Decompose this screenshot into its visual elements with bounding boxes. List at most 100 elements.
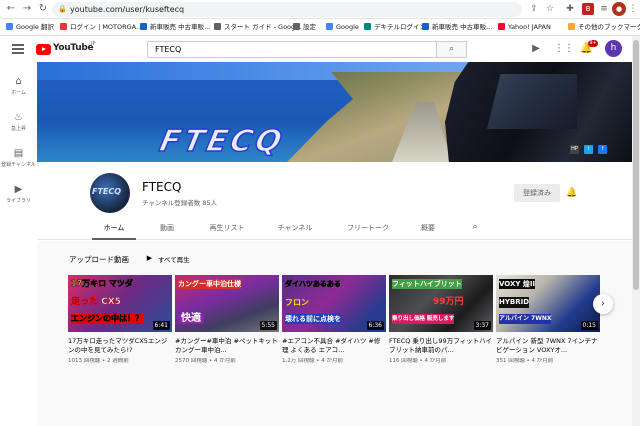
guide-item-library[interactable]: ▶ ライブラリ	[0, 180, 37, 216]
browser-menu-icon[interactable]: ⋮	[627, 3, 639, 15]
bookmark-item[interactable]: Google 翻訳	[6, 22, 54, 33]
scrollbar-thumb[interactable]	[633, 40, 639, 290]
video-card[interactable]: 17万キロ マツダ 走った CX5 エンジンの中は！？ 6:41 17万キロ走っ…	[68, 275, 172, 370]
user-avatar[interactable]: h	[605, 40, 622, 57]
bookmark-item[interactable]: デキテルログイン	[364, 22, 426, 33]
bookmark-item[interactable]: Yahoo! JAPAN	[498, 22, 551, 33]
youtube-play-icon	[36, 44, 51, 55]
notification-count-badge: 9+	[588, 40, 598, 47]
yahoo-favicon-icon	[498, 23, 505, 30]
video-title[interactable]: アルパイン 新型 7WNX 7インチナビゲーション VOXYオ...	[496, 337, 600, 354]
bookmark-item[interactable]: 設定	[293, 22, 316, 33]
video-title[interactable]: #エアコン不具合 #ダイハツ #修理 よくある エアコ...	[282, 337, 386, 354]
thumbnail-text: 快適	[178, 314, 204, 324]
video-card[interactable]: カングー車中泊仕様 快適 5:55 #カングー#車中泊 #ペットキット カングー…	[175, 275, 279, 370]
video-meta: 2570 回視聴 • 4 か月前	[175, 358, 236, 364]
video-meta: 1013 回視聴 • 2 週間前	[68, 358, 129, 364]
bookmark-item[interactable]: ログイン | MOTORGA...	[60, 22, 142, 33]
video-duration: 6:36	[366, 321, 384, 330]
hamburger-menu-icon[interactable]	[12, 44, 24, 54]
reload-icon[interactable]: ↻	[36, 2, 50, 16]
extension-puzzle-icon[interactable]: ✚	[564, 3, 576, 15]
thumbnail-text: 17万キロ マツダ	[71, 279, 133, 289]
tab-playlists[interactable]: 再生リスト	[205, 218, 249, 240]
apps-grid-icon[interactable]: ⋮⋮	[554, 43, 574, 55]
page-scrollbar[interactable]	[632, 36, 640, 426]
banner-link-twitter[interactable]: t	[584, 145, 593, 154]
forward-arrow-icon[interactable]: →	[20, 2, 34, 16]
mini-guide: ⌂ ホーム ♨ 急上昇 ▤ 登録チャンネル ▶ ライブラリ	[0, 62, 37, 426]
video-thumbnail[interactable]: フィットハイブリット 99万円 乗り出し価格 販売します 3:37	[389, 275, 493, 332]
thumbnail-text: アルパイン 7WNX	[499, 314, 552, 324]
play-all-icon[interactable]: ▶	[145, 254, 154, 263]
video-thumbnail[interactable]: 17万キロ マツダ 走った CX5 エンジンの中は！？ 6:41	[68, 275, 172, 332]
search-icon: ⌕	[448, 44, 455, 54]
notification-bell-icon[interactable]: 🔔	[566, 187, 578, 199]
thumbnail-text: 壊れる前に点検を	[285, 314, 341, 324]
video-card[interactable]: ダイハツあるある フロン 壊れる前に点検を 6:36 #エアコン不具合 #ダイハ…	[282, 275, 386, 370]
tab-channels[interactable]: チャンネル	[273, 218, 317, 240]
tab-free-talk[interactable]: フリートーク	[343, 218, 393, 240]
thumbnail-text: HYBRID	[499, 297, 530, 308]
url-text: youtube.com/user/kuseftecq	[70, 5, 185, 14]
library-icon: ▶	[14, 184, 23, 195]
subscriber-count: チャンネル登録者数 85人	[142, 199, 218, 207]
thumbnail-text: フィットハイブリット	[392, 279, 462, 289]
video-duration: 5:55	[259, 321, 277, 330]
carousel-next-button[interactable]: ›	[593, 294, 613, 314]
search-input[interactable]: FTECQ	[147, 41, 437, 58]
bookmark-star-icon[interactable]: ☆	[544, 3, 556, 15]
browser-profile-avatar[interactable]: ●	[612, 2, 626, 16]
bookmark-favicon-icon	[6, 23, 13, 30]
extension-badge-icon[interactable]: B	[582, 3, 594, 15]
trending-icon: ♨	[14, 112, 23, 123]
thumbnail-text: カングー車中泊仕様	[178, 279, 241, 289]
tab-videos[interactable]: 動画	[153, 218, 181, 240]
banner-link-hp[interactable]: HP	[570, 145, 579, 154]
video-thumbnail[interactable]: カングー車中泊仕様 快適 5:55	[175, 275, 279, 332]
bookmark-item[interactable]: 新車販売 中古車販...	[140, 22, 210, 33]
tab-about[interactable]: 概要	[417, 218, 439, 240]
banner-link-facebook[interactable]: f	[598, 145, 607, 154]
channel-tabs: ホーム 動画 再生リスト チャンネル フリートーク 概要 ⌕	[37, 218, 640, 240]
thumbnail-text: VOXY 煌II	[499, 279, 536, 289]
channel-search-icon[interactable]: ⌕	[469, 221, 481, 233]
search-input-value: FTECQ	[155, 45, 182, 54]
video-duration: 3:37	[473, 321, 491, 330]
search-button[interactable]: ⌕	[437, 41, 467, 58]
bookmark-item[interactable]: スタート ガイド - Goog...	[214, 22, 301, 33]
google-favicon-icon	[326, 23, 333, 30]
create-video-icon[interactable]: ▶	[530, 43, 542, 55]
share-icon[interactable]: ⇪	[528, 3, 540, 15]
chevron-right-icon: ›	[601, 299, 605, 309]
bookmark-item[interactable]: 新車販売 中古車販...	[422, 22, 492, 33]
reading-list-icon[interactable]: ≡	[598, 3, 610, 15]
channel-avatar[interactable]: FTECQ	[90, 173, 130, 213]
video-title[interactable]: #カングー#車中泊 #ペットキット カングー車中泊...	[175, 337, 279, 354]
video-thumbnail[interactable]: ダイハツあるある フロン 壊れる前に点検を 6:36	[282, 275, 386, 332]
video-title[interactable]: FTECQ 乗り出し99万フィットハイブリット納車前のパ...	[389, 337, 493, 354]
youtube-masthead: YouTube JP FTECQ ⌕ ▶ ⋮⋮ 🔔 9+ h	[0, 36, 640, 62]
video-duration: 6:41	[152, 321, 170, 330]
guide-item-subscriptions[interactable]: ▤ 登録チャンネル	[0, 144, 37, 180]
video-duration: 0:15	[580, 321, 598, 330]
video-thumbnail[interactable]: VOXY 煌II HYBRID アルパイン 7WNX 0:15	[496, 275, 600, 332]
play-all-link[interactable]: すべて再生	[158, 254, 190, 264]
thumbnail-text: 乗り出し価格 販売します	[392, 314, 455, 324]
video-meta: 351 回視聴 • 4 か月前	[496, 358, 554, 364]
url-input[interactable]: 🔒 youtube.com/user/kuseftecq	[52, 2, 522, 17]
gear-icon	[293, 23, 300, 30]
guide-item-home[interactable]: ⌂ ホーム	[0, 72, 37, 108]
bookmark-item[interactable]: その他のブックマーク	[568, 22, 640, 33]
channel-name: FTECQ	[142, 180, 182, 194]
bookmark-item[interactable]: Google	[326, 22, 359, 33]
bookmarks-bar: Google 翻訳 ログイン | MOTORGA... 新車販売 中古車販...…	[0, 19, 640, 36]
section-title[interactable]: アップロード動画	[69, 254, 129, 265]
video-title[interactable]: 17万キロ走ったマツダCX5エンジンの中を見てみたら!?	[68, 337, 172, 354]
tab-home[interactable]: ホーム	[92, 218, 136, 240]
video-card[interactable]: VOXY 煌II HYBRID アルパイン 7WNX 0:15 アルパイン 新型…	[496, 275, 600, 370]
back-arrow-icon[interactable]: ←	[4, 2, 18, 16]
video-card[interactable]: フィットハイブリット 99万円 乗り出し価格 販売します 3:37 FTECQ …	[389, 275, 493, 370]
guide-item-trending[interactable]: ♨ 急上昇	[0, 108, 37, 144]
subscribed-button[interactable]: 登録済み	[514, 184, 560, 202]
